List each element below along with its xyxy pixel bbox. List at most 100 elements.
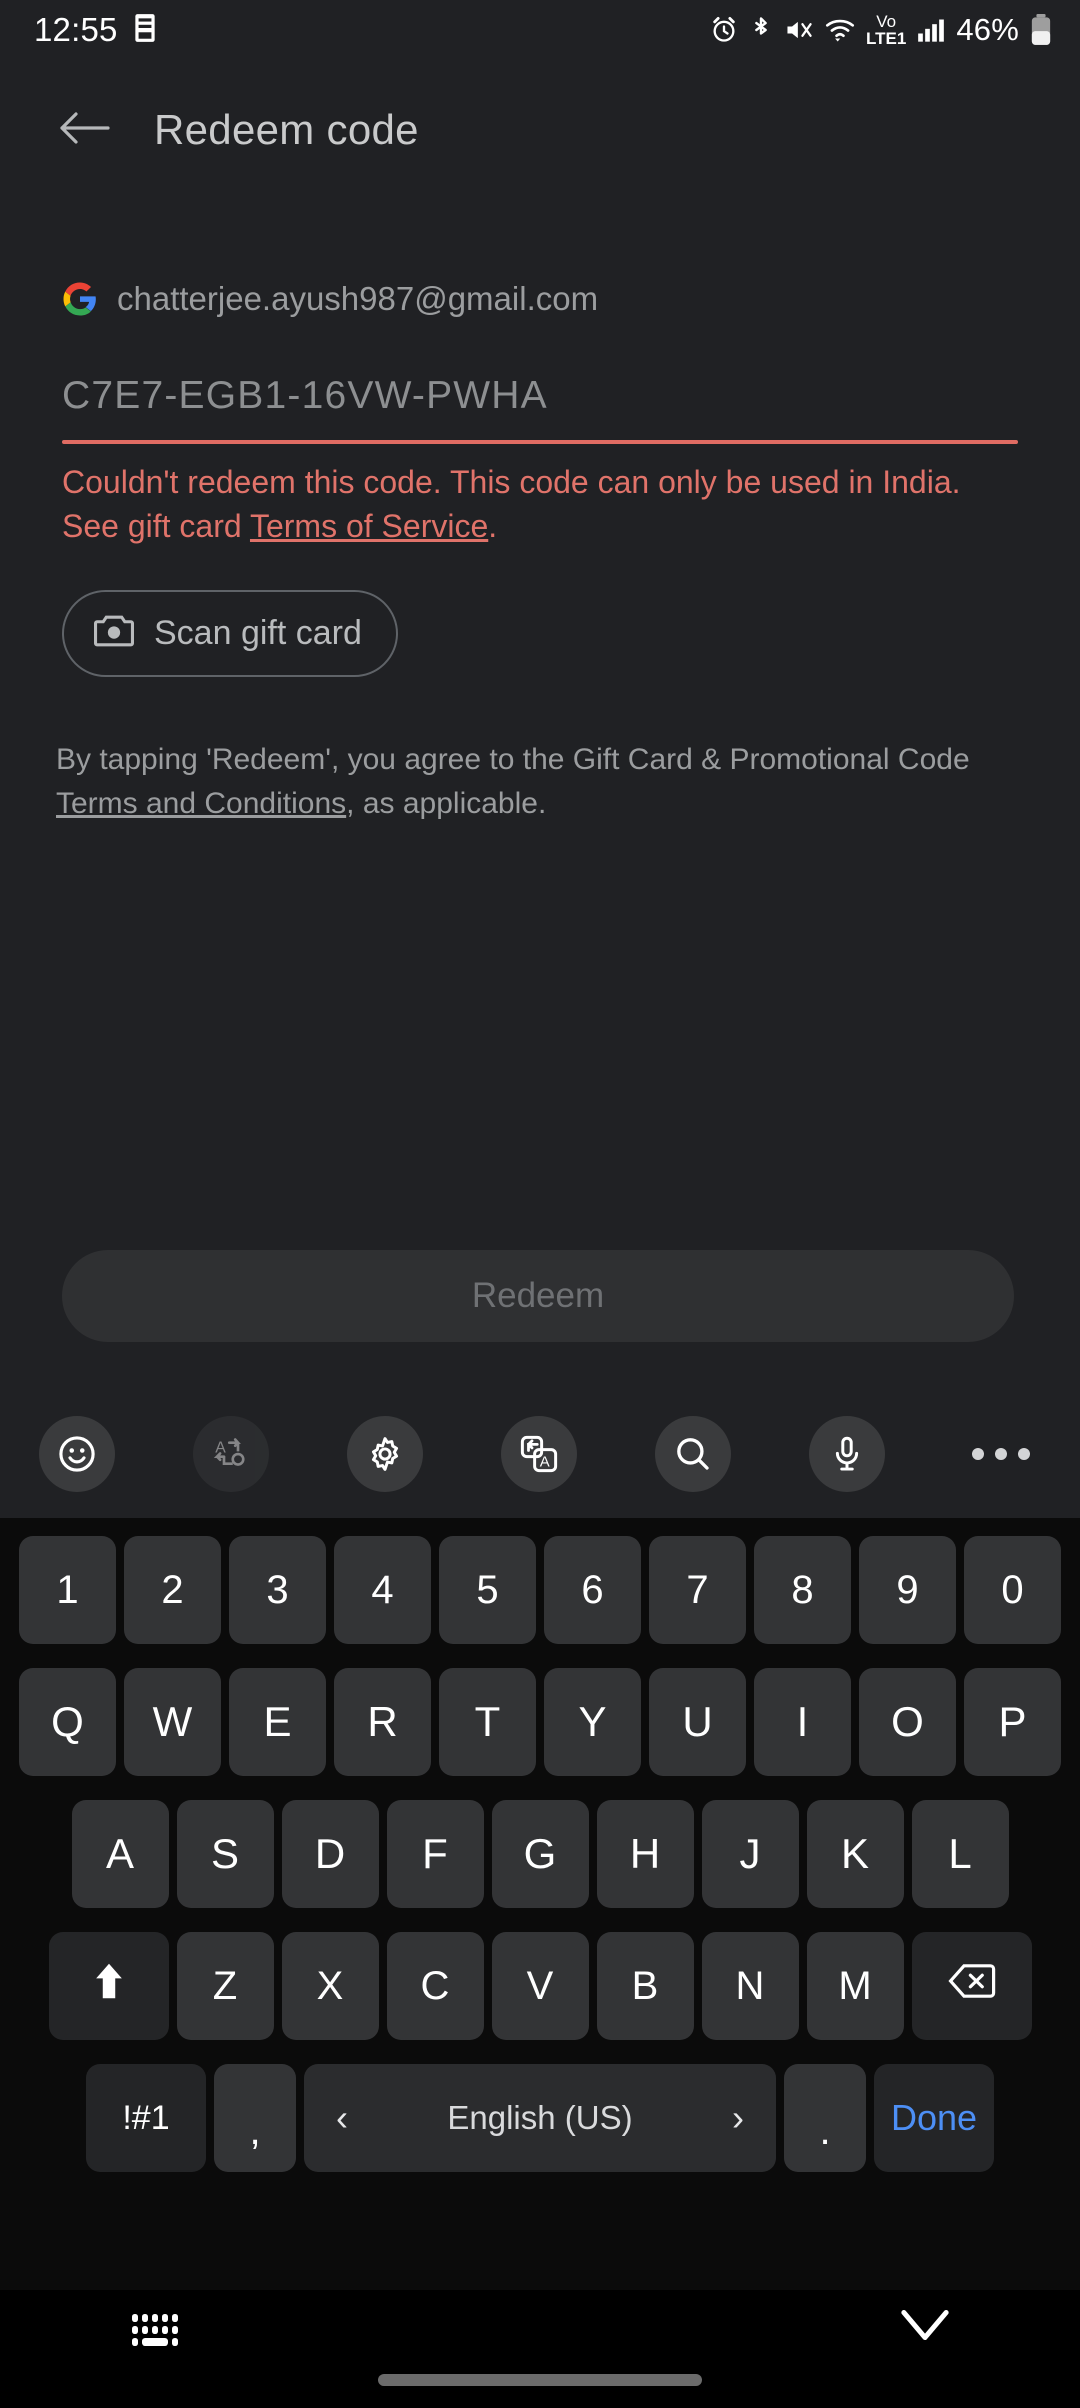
scan-gift-card-button[interactable]: Scan gift card: [62, 590, 398, 677]
app-header: Redeem code: [0, 60, 1080, 200]
emoji-icon: [39, 1416, 115, 1492]
svg-text:A: A: [540, 1455, 550, 1471]
key-e[interactable]: E: [229, 1668, 326, 1776]
key-x[interactable]: X: [281, 1932, 379, 2040]
comma-key[interactable]: ,: [214, 2064, 296, 2172]
more-icon: [972, 1448, 1030, 1460]
key-s[interactable]: S: [176, 1800, 274, 1908]
status-time: 12:55: [34, 11, 118, 48]
key-5[interactable]: 5: [439, 1536, 536, 1644]
keyboard-row-bottom: Z X C V B N M: [0, 1926, 1080, 2046]
toolbar-translate-button[interactable]: A: [462, 1416, 616, 1492]
key-p[interactable]: P: [964, 1668, 1061, 1776]
key-2[interactable]: 2: [124, 1536, 221, 1644]
terms-and-conditions-link[interactable]: Terms and Conditions: [56, 787, 346, 820]
key-i[interactable]: I: [754, 1668, 851, 1776]
key-q[interactable]: Q: [19, 1668, 116, 1776]
symbols-key[interactable]: !#1: [86, 2064, 206, 2172]
chevron-right-icon[interactable]: ›: [732, 2097, 744, 2139]
backspace-icon: [947, 1961, 996, 2011]
key-v[interactable]: V: [491, 1932, 589, 2040]
backspace-key[interactable]: [911, 1932, 1032, 2040]
space-key[interactable]: ‹ English (US) ›: [304, 2064, 776, 2172]
key-a[interactable]: A: [71, 1800, 169, 1908]
battery-icon: [1030, 14, 1052, 46]
battery-percent: 46%: [956, 12, 1019, 47]
key-u[interactable]: U: [649, 1668, 746, 1776]
key-w[interactable]: W: [124, 1668, 221, 1776]
mute-icon: [784, 16, 814, 44]
google-g-icon: [62, 281, 98, 317]
key-9[interactable]: 9: [859, 1536, 956, 1644]
key-k[interactable]: K: [806, 1800, 904, 1908]
keyboard-row-numbers: 1 2 3 4 5 6 7 8 9 0: [0, 1530, 1080, 1650]
key-1[interactable]: 1: [19, 1536, 116, 1644]
toolbar-emoji-button[interactable]: [0, 1416, 154, 1492]
status-bar: 12:55 Vo LTE1 46%: [0, 0, 1080, 60]
key-b[interactable]: B: [596, 1932, 694, 2040]
chevron-left-icon[interactable]: ‹: [336, 2097, 348, 2139]
done-key[interactable]: Done: [874, 2064, 994, 2172]
key-8[interactable]: 8: [754, 1536, 851, 1644]
disclaimer-before: By tapping 'Redeem', you agree to the Gi…: [56, 743, 970, 776]
translate-icon: A: [501, 1416, 577, 1492]
home-gesture-pill[interactable]: [378, 2374, 702, 2386]
keyboard-row-function: !#1 , ‹ English (US) › . Done: [0, 2058, 1080, 2178]
key-j[interactable]: J: [701, 1800, 799, 1908]
key-4[interactable]: 4: [334, 1536, 431, 1644]
alarm-icon: [710, 16, 738, 44]
key-g[interactable]: G: [491, 1800, 589, 1908]
key-6[interactable]: 6: [544, 1536, 641, 1644]
error-text-before: Couldn't redeem this code. This code can…: [62, 464, 961, 544]
key-m[interactable]: M: [806, 1932, 904, 2040]
key-0[interactable]: 0: [964, 1536, 1061, 1644]
key-c[interactable]: C: [386, 1932, 484, 2040]
toolbar-more-button[interactable]: [924, 1448, 1078, 1460]
key-3[interactable]: 3: [229, 1536, 326, 1644]
back-arrow-icon: [58, 108, 110, 153]
period-key[interactable]: .: [784, 2064, 866, 2172]
toolbar-text-edit-button[interactable]: A: [154, 1416, 308, 1492]
terms-of-service-link[interactable]: Terms of Service: [250, 508, 488, 544]
key-l[interactable]: L: [911, 1800, 1009, 1908]
text-edit-swap-icon: A: [193, 1416, 269, 1492]
back-button[interactable]: [56, 102, 112, 158]
redeem-code-field[interactable]: C7E7-EGB1-16VW-PWHA: [62, 370, 1018, 444]
key-y[interactable]: Y: [544, 1668, 641, 1776]
wifi-icon: [825, 16, 855, 44]
shift-icon: [87, 1959, 131, 2013]
redeem-button-label: Redeem: [471, 1276, 605, 1315]
camera-icon: [94, 614, 134, 653]
keyboard-row-top: Q W E R T Y U I O P: [0, 1662, 1080, 1782]
volte-icon: Vo LTE1: [866, 12, 907, 48]
hide-keyboard-button[interactable]: [900, 2308, 950, 2349]
search-icon: [655, 1416, 731, 1492]
shift-key[interactable]: [48, 1932, 169, 2040]
toolbar-settings-button[interactable]: [308, 1416, 462, 1492]
app-screen: 12:55 Vo LTE1 46% Redeem code chatterjee…: [0, 0, 1080, 1390]
disclaimer-text: By tapping 'Redeem', you agree to the Gi…: [56, 738, 1016, 826]
status-bar-left: 12:55: [34, 11, 158, 49]
redeem-code-value[interactable]: C7E7-EGB1-16VW-PWHA: [62, 370, 1018, 422]
disclaimer-after: , as applicable.: [346, 787, 547, 820]
redeem-button[interactable]: Redeem: [62, 1250, 1014, 1342]
chevron-down-icon: [900, 2310, 950, 2348]
toolbar-search-button[interactable]: [616, 1416, 770, 1492]
signal-icon: [917, 17, 945, 43]
keyboard-switch-button[interactable]: [130, 2312, 184, 2357]
code-field-underline: [62, 440, 1018, 444]
account-email: chatterjee.ayush987@gmail.com: [117, 280, 599, 317]
key-d[interactable]: D: [281, 1800, 379, 1908]
key-z[interactable]: Z: [176, 1932, 274, 2040]
scan-gift-card-label: Scan gift card: [154, 614, 362, 652]
toolbar-microphone-button[interactable]: [770, 1416, 924, 1492]
key-f[interactable]: F: [386, 1800, 484, 1908]
notification-icon: [132, 13, 158, 48]
key-h[interactable]: H: [596, 1800, 694, 1908]
page-title: Redeem code: [154, 106, 419, 153]
key-7[interactable]: 7: [649, 1536, 746, 1644]
key-o[interactable]: O: [859, 1668, 956, 1776]
key-n[interactable]: N: [701, 1932, 799, 2040]
key-r[interactable]: R: [334, 1668, 431, 1776]
key-t[interactable]: T: [439, 1668, 536, 1776]
